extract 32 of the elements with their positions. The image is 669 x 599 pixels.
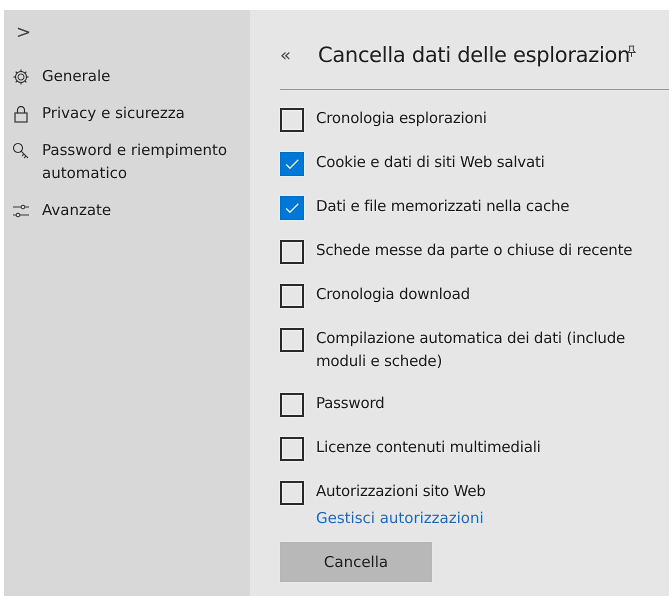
sidebar-item[interactable]: Avanzate [12,201,250,222]
checkbox[interactable] [280,152,304,176]
pin-icon[interactable] [627,44,636,58]
lock-icon [12,105,30,123]
checkbox[interactable] [280,393,304,417]
checkbox[interactable] [280,196,304,220]
checkbox-label[interactable]: Dati e file memorizzati nella cache [316,195,656,218]
checkbox-label[interactable]: Cronologia download [316,283,656,306]
clear-button[interactable]: Cancella [280,542,432,582]
back-button[interactable]: « [280,44,318,66]
checkbox[interactable] [280,240,304,264]
checkbox[interactable] [280,437,304,461]
checkbox[interactable] [280,108,304,132]
expand-button[interactable]: > [12,22,36,43]
panel-title: Cancella dati delle esplorazion [318,43,630,67]
sidebar-item[interactable]: Privacy e sicurezza [12,104,250,125]
sidebar-item[interactable]: Generale [12,67,250,88]
key-icon [12,142,30,160]
manage-permissions-link[interactable]: Gestisci autorizzazioni [316,509,484,527]
checkbox-label[interactable]: Schede messe da parte o chiuse di recente [316,239,656,262]
sidebar-item[interactable]: Password e riempimento automatico [12,141,250,185]
checkbox-label[interactable]: Licenze contenuti multimediali [316,436,656,459]
checkbox-label[interactable]: Password [316,392,656,415]
gear-icon [12,68,30,86]
checkbox-label[interactable]: Autorizzazioni sito Web [316,480,656,503]
checkbox[interactable] [280,481,304,505]
checkbox[interactable] [280,328,304,352]
checkbox-label[interactable]: Cronologia esplorazioni [316,107,656,130]
checkbox[interactable] [280,284,304,308]
checkbox-label[interactable]: Compilazione automatica dei dati (include moduli e schede) [316,327,656,373]
checkbox-label[interactable]: Cookie e dati di siti Web salvati [316,151,656,174]
sliders-icon [12,202,30,220]
